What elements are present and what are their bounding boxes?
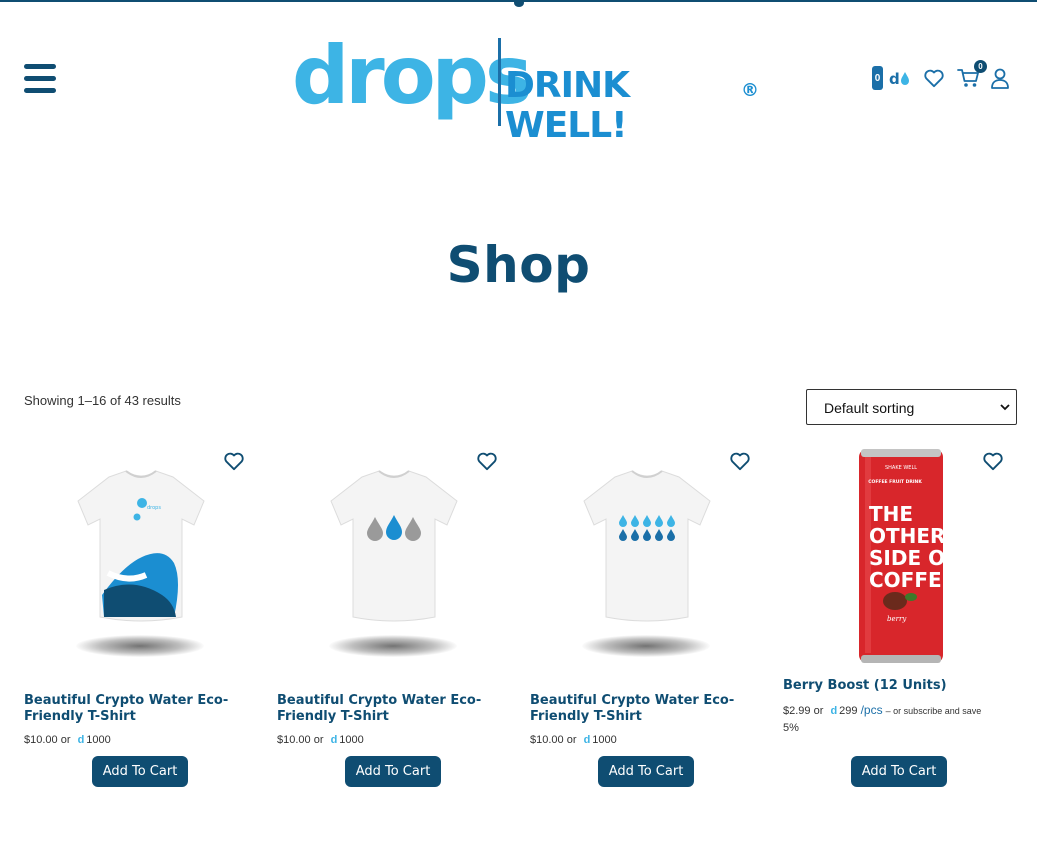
svg-text:THE: THE	[869, 502, 913, 526]
add-to-cart-button[interactable]: Add To Cart	[345, 756, 441, 787]
wishlist-heart-icon[interactable]	[729, 451, 751, 471]
add-to-cart-button[interactable]: Add To Cart	[92, 756, 188, 787]
product-card[interactable]: SHAKE WELL COFFEE FRUIT DRINK THE OTHER …	[783, 445, 1016, 795]
price-usd: $10.00	[277, 734, 311, 746]
price-or: or	[813, 705, 824, 717]
price-unit: /pcs	[860, 703, 883, 717]
svg-text:SIDE OF: SIDE OF	[869, 546, 959, 570]
product-card[interactable]: Beautiful Crypto Water Eco-Friendly T-Sh…	[530, 445, 763, 795]
page-title: Shop	[446, 236, 591, 294]
logo-tagline: DRINK WELL!	[505, 65, 630, 146]
wishlist-heart-icon[interactable]	[223, 451, 245, 471]
product-price: $10.00 or d 1000	[530, 732, 763, 749]
top-drop-icon	[514, 0, 524, 7]
product-shadow	[582, 635, 710, 657]
price-usd: $10.00	[530, 734, 564, 746]
price-usd: $10.00	[24, 734, 58, 746]
site-logo[interactable]: drops DRINK WELL! ®	[292, 29, 762, 146]
subscribe-discount: 5%	[783, 722, 799, 734]
product-card[interactable]: drops Beautiful Crypto Water Eco-Friendl…	[24, 445, 257, 795]
chevron-down-icon	[1000, 404, 1010, 411]
price-drops: 1000	[86, 734, 111, 746]
drops-token-symbol: d	[77, 734, 85, 746]
drops-balance-badge[interactable]: 0	[872, 66, 883, 90]
price-or: or	[566, 734, 577, 746]
logo-wordmark: drops	[292, 29, 533, 122]
svg-text:SHAKE WELL: SHAKE WELL	[885, 465, 917, 471]
price-drops: 1000	[339, 734, 364, 746]
subscribe-note: – or subscribe and save	[885, 706, 982, 716]
wishlist-heart-icon[interactable]	[982, 451, 1004, 471]
user-account-icon[interactable]	[989, 67, 1011, 89]
drops-token-symbol: d	[830, 705, 838, 717]
result-count: Showing 1–16 of 43 results	[24, 393, 181, 408]
sort-selected-value: Default sorting	[824, 400, 915, 416]
drops-token-icon[interactable]: d	[889, 68, 911, 88]
drops-token-symbol: d	[583, 734, 591, 746]
svg-text:COFFEE FRUIT DRINK: COFFEE FRUIT DRINK	[868, 479, 922, 485]
registered-mark: ®	[741, 80, 759, 101]
price-drops: 299	[839, 705, 858, 717]
svg-text:OTHER: OTHER	[869, 524, 945, 548]
berry-boost-can-image: SHAKE WELL COFFEE FRUIT DRINK THE OTHER …	[859, 449, 959, 663]
svg-text:berry: berry	[887, 615, 907, 623]
product-card[interactable]: Beautiful Crypto Water Eco-Friendly T-Sh…	[277, 445, 510, 795]
cart-button[interactable]: 0	[957, 60, 987, 89]
product-price: $10.00 or d 1000	[24, 732, 257, 749]
product-name[interactable]: Beautiful Crypto Water Eco-Friendly T-Sh…	[24, 693, 257, 725]
product-name[interactable]: Beautiful Crypto Water Eco-Friendly T-Sh…	[277, 693, 510, 725]
add-to-cart-button[interactable]: Add To Cart	[598, 756, 694, 787]
price-usd: $2.99	[783, 705, 811, 717]
price-drops: 1000	[592, 734, 617, 746]
product-name[interactable]: Berry Boost (12 Units)	[783, 678, 1016, 694]
cart-count-badge: 0	[974, 60, 987, 73]
product-price: $10.00 or d 1000	[277, 732, 510, 749]
svg-text:COFFEE: COFFEE	[869, 568, 955, 592]
header-actions: 0 d 0	[872, 60, 1011, 92]
hamburger-menu-icon[interactable]	[24, 64, 56, 94]
price-or: or	[313, 734, 324, 746]
drops-token-symbol: d	[330, 734, 338, 746]
product-shadow	[76, 635, 204, 657]
wishlist-heart-icon[interactable]	[923, 68, 945, 88]
product-name[interactable]: Beautiful Crypto Water Eco-Friendly T-Sh…	[530, 693, 763, 725]
svg-text:drops: drops	[147, 505, 161, 511]
product-shadow	[329, 635, 457, 657]
sort-dropdown[interactable]: Default sorting	[806, 389, 1017, 425]
logo-divider	[498, 38, 501, 126]
price-or: or	[60, 734, 71, 746]
add-to-cart-button[interactable]: Add To Cart	[851, 756, 947, 787]
svg-text:d: d	[889, 70, 900, 88]
product-price: $2.99 or d 299 /pcs – or subscribe and sa…	[783, 702, 1016, 737]
wishlist-heart-icon[interactable]	[476, 451, 498, 471]
